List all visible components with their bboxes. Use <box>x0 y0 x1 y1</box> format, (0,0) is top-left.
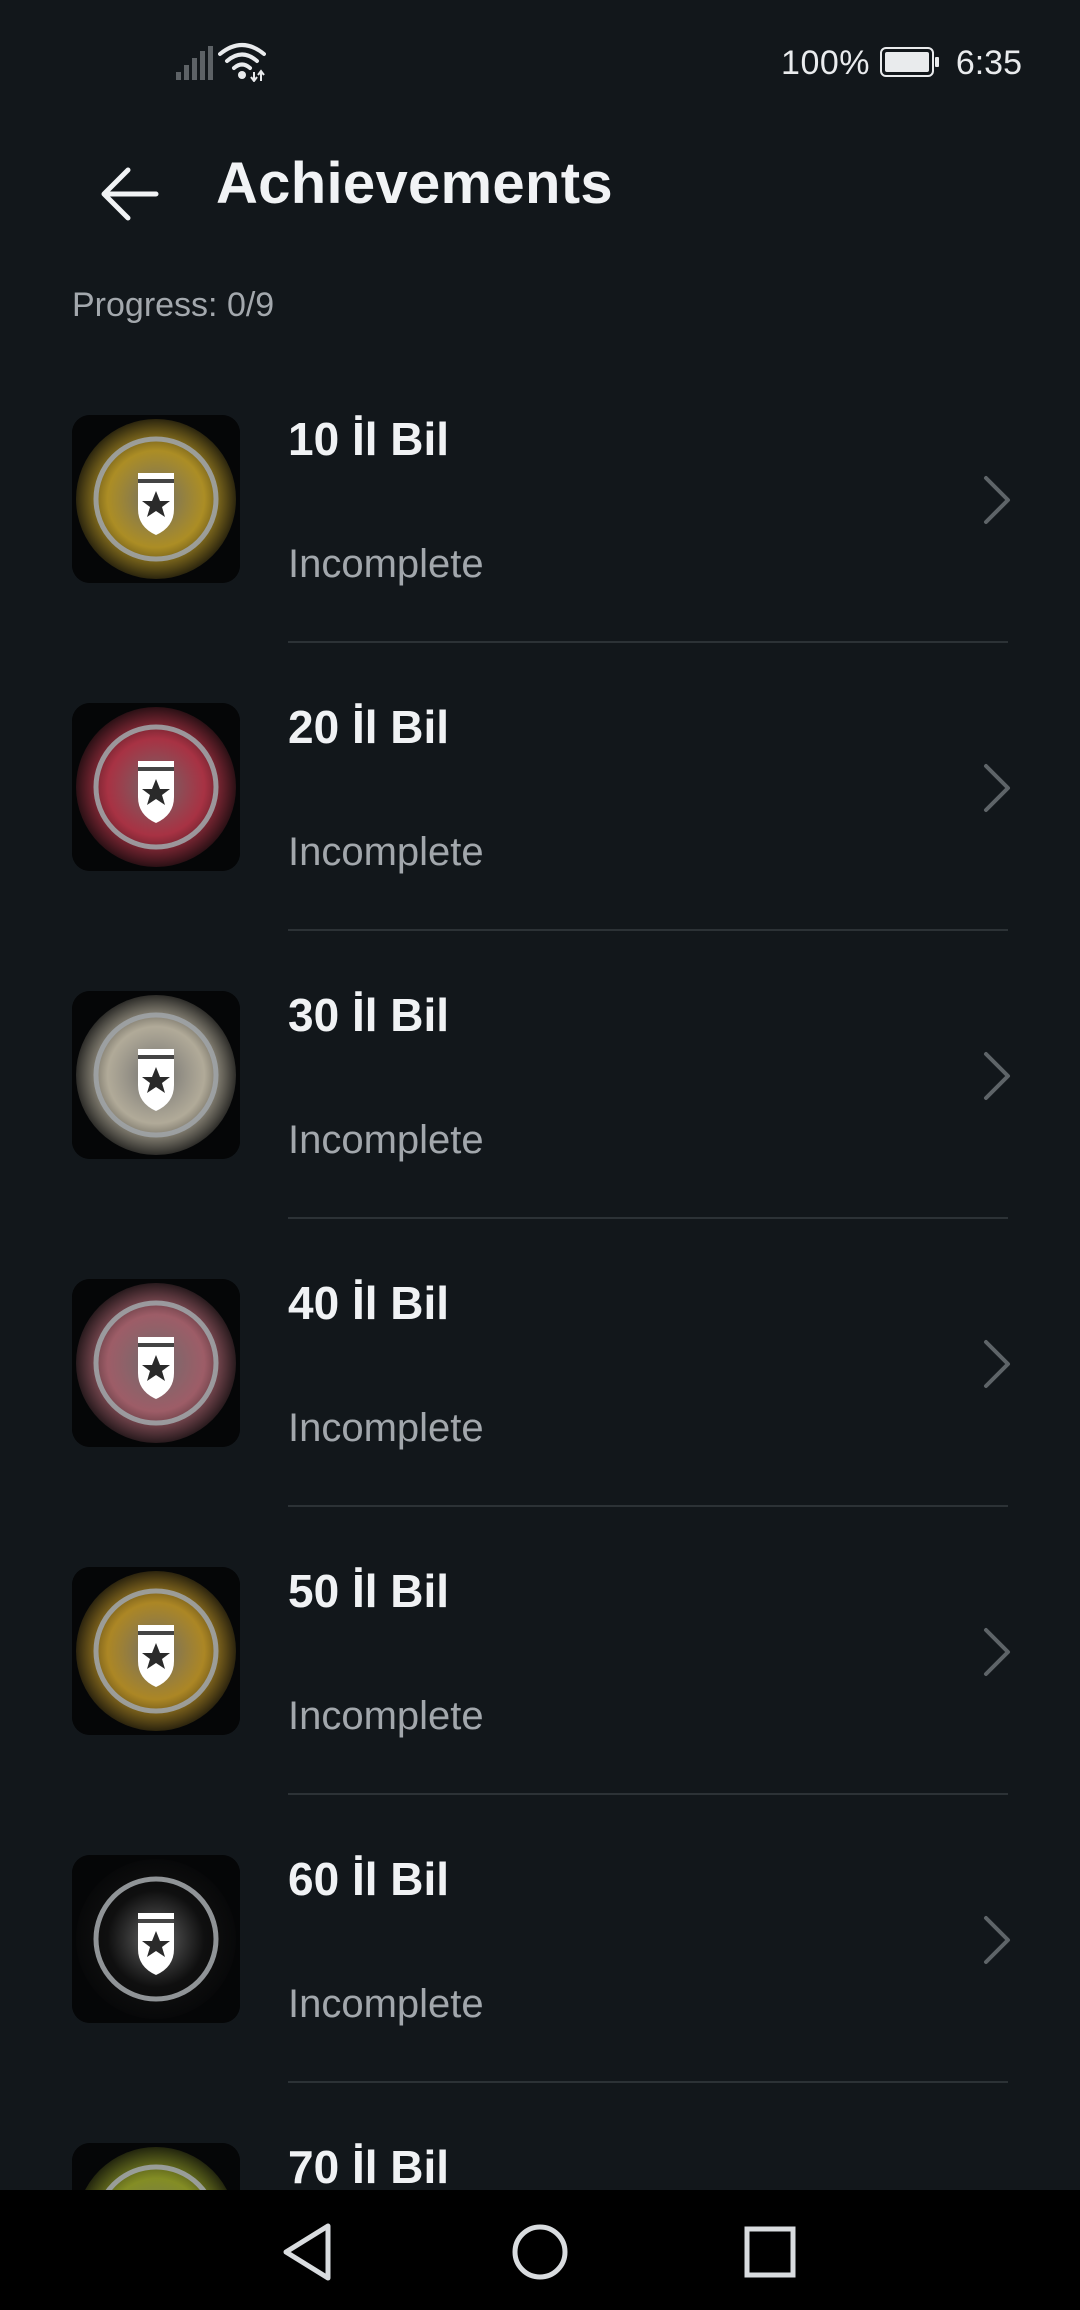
signal-icon <box>176 46 213 80</box>
achievement-row[interactable]: 20 İl Bil Incomplete <box>0 688 1080 976</box>
divider <box>288 1505 1008 1507</box>
achievement-row[interactable]: 50 İl Bil Incomplete <box>0 1552 1080 1840</box>
chevron-right-icon <box>984 1628 1010 1676</box>
nav-back-icon[interactable] <box>268 2212 348 2292</box>
chevron-right-icon <box>984 476 1010 524</box>
achievement-title: 30 İl Bil <box>288 989 450 1041</box>
chevron-right-icon <box>984 1340 1010 1388</box>
achievement-list: 10 İl Bil Incomplete 20 İl Bil Incomplete 30… <box>0 400 1080 2310</box>
divider <box>288 641 1008 643</box>
nav-recents-icon[interactable] <box>730 2212 810 2292</box>
achievement-title: 20 İl Bil <box>288 701 450 753</box>
achievement-status: Incomplete <box>288 1982 484 2026</box>
achievement-title: 70 İl Bil <box>288 2141 450 2193</box>
achievement-title: 60 İl Bil <box>288 1853 450 1905</box>
chevron-right-icon <box>984 1916 1010 1964</box>
achievement-badge-icon <box>72 1567 240 1735</box>
chevron-right-icon <box>984 764 1010 812</box>
achievement-status: Incomplete <box>288 1118 484 1162</box>
battery-icon <box>880 47 939 77</box>
achievement-status: Incomplete <box>288 830 484 874</box>
achievement-status: Incomplete <box>288 1694 484 1738</box>
battery-percent: 100% <box>781 44 870 82</box>
back-button[interactable] <box>88 152 172 236</box>
achievement-status: Incomplete <box>288 1406 484 1450</box>
status-bar: 100% 6:35 <box>0 0 1080 126</box>
divider <box>288 1217 1008 1219</box>
achievement-row[interactable]: 60 İl Bil Incomplete <box>0 1840 1080 2128</box>
achievement-badge-icon <box>72 1855 240 2023</box>
achievement-status: Incomplete <box>288 542 484 586</box>
achievement-row[interactable]: 40 İl Bil Incomplete <box>0 1264 1080 1552</box>
chevron-right-icon <box>984 1052 1010 1100</box>
achievements-screen: 100% 6:35 Achievements Progress: 0/9 10 … <box>0 0 1080 2310</box>
achievement-badge-icon <box>72 703 240 871</box>
nav-home-icon[interactable] <box>500 2212 580 2292</box>
achievement-row[interactable]: 10 İl Bil Incomplete <box>0 400 1080 688</box>
divider <box>288 929 1008 931</box>
achievement-badge-icon <box>72 991 240 1159</box>
achievement-title: 10 İl Bil <box>288 413 450 465</box>
header: Achievements <box>0 126 1080 246</box>
wifi-icon <box>218 43 266 82</box>
achievement-badge-icon <box>72 1279 240 1447</box>
divider <box>288 1793 1008 1795</box>
achievement-title: 50 İl Bil <box>288 1565 450 1617</box>
progress-label: Progress: 0/9 <box>72 286 275 324</box>
achievement-badge-icon <box>72 415 240 583</box>
achievement-row[interactable]: 30 İl Bil Incomplete <box>0 976 1080 1264</box>
divider <box>288 2081 1008 2083</box>
achievement-title: 40 İl Bil <box>288 1277 450 1329</box>
clock: 6:35 <box>955 44 1022 82</box>
navigation-bar <box>0 2190 1080 2310</box>
page-title: Achievements <box>216 151 613 216</box>
back-arrow-icon <box>101 167 159 221</box>
